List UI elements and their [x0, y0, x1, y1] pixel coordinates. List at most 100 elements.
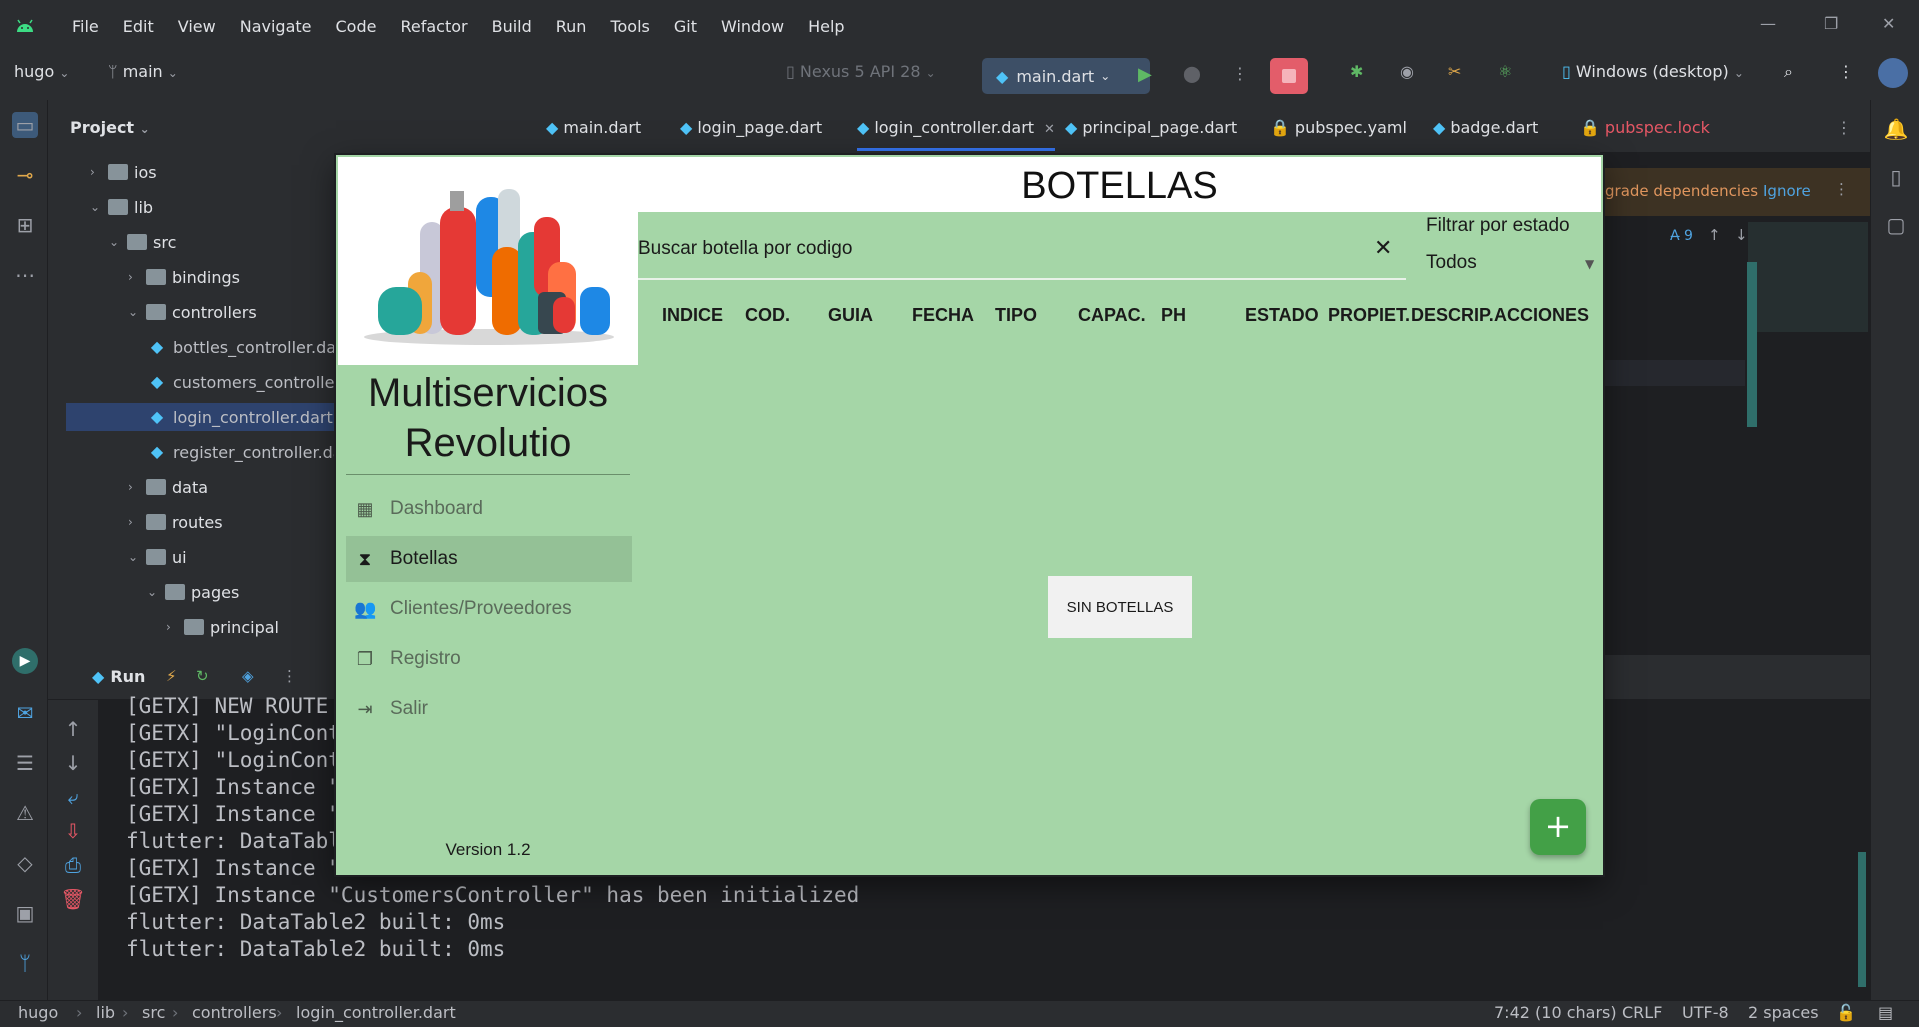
tab-main-dart[interactable]: ◆ main.dart — [546, 118, 641, 137]
build-tools-icon[interactable]: ✂ — [1448, 62, 1461, 81]
column-header-guia[interactable]: GUIA — [828, 305, 873, 326]
chevron-right-icon[interactable]: › — [128, 480, 146, 494]
chevron-down-icon[interactable]: ⌄ — [128, 305, 146, 319]
soft-wrap-icon[interactable]: ⤶ — [60, 784, 86, 810]
lock-icon[interactable]: 🔓 — [1836, 1003, 1856, 1022]
chevron-right-icon[interactable]: › — [90, 165, 108, 179]
line-separator[interactable]: CRLF — [1622, 1003, 1662, 1022]
commit-icon[interactable]: ⊸ — [12, 162, 38, 188]
print-icon[interactable]: ⎙ — [60, 852, 86, 878]
tree-item-pages[interactable]: ⌄ pages — [147, 578, 239, 606]
logcat-icon[interactable]: ⚠ — [12, 800, 38, 826]
chevron-down-icon[interactable]: ⌄ — [90, 200, 108, 214]
tree-item-principal[interactable]: › principal — [166, 613, 279, 641]
tab-login-page-dart[interactable]: ◆ login_page.dart — [680, 118, 822, 137]
menu-item-file[interactable]: File — [60, 17, 111, 36]
next-issue-icon[interactable]: ↓ — [1735, 226, 1748, 244]
scroll-up-icon[interactable]: ↑ — [60, 716, 86, 742]
banner-more-icon[interactable]: ⋮ — [1834, 180, 1849, 198]
notifications-icon[interactable]: 🔔 — [1883, 116, 1909, 142]
add-bottle-button[interactable]: + — [1530, 799, 1586, 855]
menu-item-build[interactable]: Build — [480, 17, 544, 36]
running-devices-icon[interactable]: ▢ — [1883, 212, 1909, 238]
breadcrumb-item[interactable]: lib — [96, 1003, 115, 1022]
chevron-down-icon[interactable]: ⌄ — [128, 550, 146, 564]
menu-item-git[interactable]: Git — [662, 17, 709, 36]
tree-item-data[interactable]: › data — [128, 473, 208, 501]
tree-item-src[interactable]: ⌄ src — [109, 228, 176, 256]
inspection-widget[interactable]: A̶ 9 — [1670, 228, 1693, 244]
column-header-cod[interactable]: COD. — [745, 305, 790, 326]
devtools-icon[interactable]: ◈ — [242, 667, 254, 685]
avatar[interactable] — [1878, 58, 1908, 88]
atom-icon[interactable]: ⚛ — [1498, 62, 1512, 81]
chevron-right-icon[interactable]: › — [128, 270, 146, 284]
tree-item-bottles-controller-da[interactable]: ◆ bottles_controller.da — [147, 333, 336, 361]
minimize-icon[interactable]: — — [1760, 14, 1776, 33]
more-icon[interactable]: ⋮ — [1232, 64, 1248, 83]
gem-icon[interactable]: ◇ — [12, 850, 38, 876]
messages-icon[interactable]: ✉ — [12, 700, 38, 726]
prev-issue-icon[interactable]: ↑ — [1708, 226, 1721, 244]
hot-reload-icon[interactable]: ⚡ — [166, 667, 177, 685]
target-device-selector[interactable]: ▯ Windows (desktop) ⌄ — [1562, 62, 1744, 81]
banner-ignore-link[interactable]: Ignore — [1763, 182, 1811, 200]
column-header-tipo[interactable]: TIPO — [995, 305, 1037, 326]
run-more-icon[interactable]: ⋮ — [282, 667, 297, 685]
run-config-selector[interactable]: ◆ main.dart ⌄ — [982, 58, 1150, 94]
tab-login-controller-dart[interactable]: ◆ login_controller.dart ✕ — [857, 118, 1055, 151]
breadcrumb-item[interactable]: controllers — [192, 1003, 277, 1022]
menu-item-tools[interactable]: Tools — [598, 17, 661, 36]
nav-item-salir[interactable]: ⇥ Salir — [346, 686, 632, 732]
git-icon[interactable]: ᛘ — [12, 950, 38, 976]
nav-item-botellas[interactable]: ⧗ Botellas — [346, 536, 632, 582]
menu-item-run[interactable]: Run — [544, 17, 599, 36]
nav-item-clientes-proveedores[interactable]: 👥 Clientes/Proveedores — [346, 586, 632, 632]
column-header-capac[interactable]: CAPAC. — [1078, 305, 1146, 326]
file-encoding[interactable]: UTF-8 — [1682, 1003, 1729, 1022]
menu-item-code[interactable]: Code — [324, 17, 389, 36]
terminal-icon[interactable]: ▣ — [12, 900, 38, 926]
device-selector[interactable]: ▯ Nexus 5 API 28 ⌄ — [786, 62, 936, 81]
column-header-estado[interactable]: ESTADO — [1245, 305, 1319, 326]
nav-item-dashboard[interactable]: ▦ Dashboard — [346, 486, 632, 532]
tree-item-register-controller-da[interactable]: ◆ register_controller.da — [147, 438, 343, 466]
nav-item-registro[interactable]: ❐ Registro — [346, 636, 632, 682]
tree-item-customers-controller[interactable]: ◆ customers_controller — [147, 368, 341, 396]
list-icon[interactable]: ☰ — [12, 750, 38, 776]
menu-item-refactor[interactable]: Refactor — [388, 17, 479, 36]
project-panel-title[interactable]: Project ⌄ — [70, 118, 150, 137]
banner-text[interactable]: grade dependencies — [1605, 182, 1758, 200]
column-header-propiet[interactable]: PROPIET. — [1328, 305, 1410, 326]
close-window-icon[interactable]: ✕ — [1882, 14, 1895, 33]
stop-button[interactable] — [1270, 58, 1308, 94]
indent-setting[interactable]: 2 spaces — [1748, 1003, 1819, 1022]
project-selector[interactable]: hugo ⌄ — [14, 62, 69, 81]
debug-icon[interactable]: ⬤ — [1183, 64, 1201, 83]
tab-pubspec-yaml[interactable]: 🔒 pubspec.yaml — [1270, 118, 1407, 137]
tree-item-ios[interactable]: › ios — [90, 158, 157, 186]
menu-item-help[interactable]: Help — [796, 17, 856, 36]
run-tool-icon[interactable]: ▶ — [12, 648, 38, 674]
menu-item-view[interactable]: View — [166, 17, 228, 36]
tab-principal-page-dart[interactable]: ◆ principal_page.dart — [1065, 118, 1237, 137]
chevron-down-icon[interactable]: ⌄ — [109, 235, 127, 249]
project-tool-icon[interactable]: ▭ — [12, 112, 38, 138]
scroll-down-icon[interactable]: ↓ — [60, 750, 86, 776]
dropdown-arrow-icon[interactable]: ▼ — [1585, 257, 1594, 271]
feedback-icon[interactable]: ▤ — [1878, 1003, 1893, 1022]
chevron-down-icon[interactable]: ⌄ — [147, 585, 165, 599]
record-icon[interactable]: ◉ — [1400, 62, 1414, 81]
clear-search-icon[interactable]: ✕ — [1374, 236, 1392, 261]
tree-item-bindings[interactable]: › bindings — [128, 263, 240, 291]
hot-restart-icon[interactable]: ↻ — [196, 667, 209, 685]
more-tools-icon[interactable]: ⋯ — [12, 262, 38, 288]
trash-icon[interactable]: 🗑 — [60, 886, 86, 912]
cursor-position[interactable]: 7:42 (10 chars) — [1494, 1003, 1617, 1022]
settings-menu-icon[interactable]: ⋮ — [1838, 62, 1854, 81]
device-manager-icon[interactable]: ▯ — [1883, 164, 1909, 190]
menu-item-window[interactable]: Window — [709, 17, 796, 36]
menu-item-edit[interactable]: Edit — [111, 17, 166, 36]
chevron-right-icon[interactable]: › — [166, 620, 184, 634]
scroll-end-icon[interactable]: ⇩ — [60, 818, 86, 844]
